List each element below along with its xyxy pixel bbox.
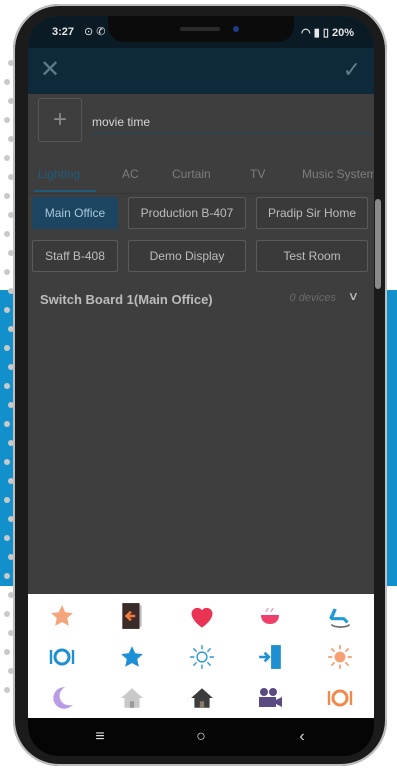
decorative-dot — [4, 155, 10, 161]
scene-name-input[interactable] — [92, 111, 372, 134]
back-icon[interactable]: ‹ — [290, 726, 314, 748]
check-icon[interactable]: ✓ — [338, 56, 366, 84]
dining-icon[interactable] — [42, 637, 82, 677]
door-exit-icon[interactable] — [112, 596, 152, 636]
sun-icon[interactable] — [320, 637, 360, 677]
room-button-test-room[interactable]: Test Room — [256, 240, 368, 272]
decorative-dot — [4, 611, 10, 617]
decorative-dot — [4, 687, 10, 693]
room-button-pradip-sir-home[interactable]: Pradip Sir Home — [256, 197, 368, 229]
status-time: 3:27 — [52, 26, 75, 38]
active-tab-indicator — [34, 190, 96, 192]
room-button-staff-b-408[interactable]: Staff B-408 — [32, 240, 118, 272]
camera-notch — [108, 16, 294, 42]
decorative-dot — [4, 573, 10, 579]
battery-icon: ▯ — [322, 27, 329, 39]
star-icon[interactable] — [42, 596, 82, 636]
tab-music-system[interactable]: Music System — [302, 167, 374, 181]
status-battery: ◠ ▮ ▯ 20% — [301, 26, 354, 39]
app-bar: ✕ ✓ — [28, 48, 374, 94]
close-icon[interactable]: ✕ — [36, 56, 64, 84]
menu-icon[interactable]: ≡ — [88, 726, 112, 748]
bowl-icon[interactable] — [250, 596, 290, 636]
wifi-icon: ◠ — [301, 27, 311, 39]
moon-icon[interactable] — [42, 678, 82, 718]
system-navigation-bar: ≡ ○ ‹ — [28, 718, 374, 756]
chevron-down-icon[interactable]: ∨ — [348, 289, 359, 303]
circle-home-icon[interactable]: ○ — [189, 726, 213, 748]
icon-picker-panel — [28, 594, 374, 718]
switch-board-title: Switch Board 1(Main Office) — [40, 292, 213, 307]
home-icon[interactable] — [182, 678, 222, 718]
phone-screen: 3:27 ⊙ ✆ ◠ ▮ ▯ 20% ✕ ✓ + Lighting AC Cur… — [28, 16, 374, 756]
add-scene-icon-button[interactable]: + — [38, 98, 82, 142]
decorative-dot — [4, 649, 10, 655]
signal-icon: ▮ — [313, 27, 320, 39]
status-notification-icons: ⊙ ✆ — [84, 26, 106, 38]
tab-curtain[interactable]: Curtain — [172, 167, 211, 181]
door-enter-icon[interactable] — [250, 637, 290, 677]
decorative-dot — [4, 269, 10, 275]
room-button-demo-display[interactable]: Demo Display — [128, 240, 246, 272]
front-camera — [233, 26, 239, 32]
decorative-dot — [4, 497, 10, 503]
decorative-dot — [4, 383, 10, 389]
decorative-dot — [4, 231, 10, 237]
decorative-dot — [4, 535, 10, 541]
decorative-dot — [4, 345, 10, 351]
star-icon[interactable] — [112, 637, 152, 677]
decorative-dot — [4, 79, 10, 85]
decorative-dot — [4, 117, 10, 123]
sun-outline-icon[interactable] — [182, 637, 222, 677]
decorative-dot — [4, 193, 10, 199]
phone-side-button — [375, 199, 381, 289]
category-tabs: Lighting AC Curtain TV Music System — [28, 161, 374, 194]
room-button-main-office[interactable]: Main Office — [32, 197, 118, 229]
home-icon[interactable] — [112, 678, 152, 718]
tab-ac[interactable]: AC — [122, 167, 139, 181]
decorative-dot — [4, 459, 10, 465]
heart-icon[interactable] — [182, 596, 222, 636]
movie-camera-icon[interactable] — [250, 678, 290, 718]
device-count: 0 devices — [289, 292, 336, 304]
tab-tv[interactable]: TV — [250, 167, 265, 181]
room-button-production-b-407[interactable]: Production B-407 — [128, 197, 246, 229]
dining-icon[interactable] — [320, 678, 360, 718]
battery-percent: 20% — [331, 27, 354, 39]
earpiece — [180, 27, 220, 31]
decorative-dot — [4, 421, 10, 427]
recliner-icon[interactable] — [320, 596, 360, 636]
decorative-dot — [4, 307, 10, 313]
tab-lighting[interactable]: Lighting — [38, 167, 80, 181]
